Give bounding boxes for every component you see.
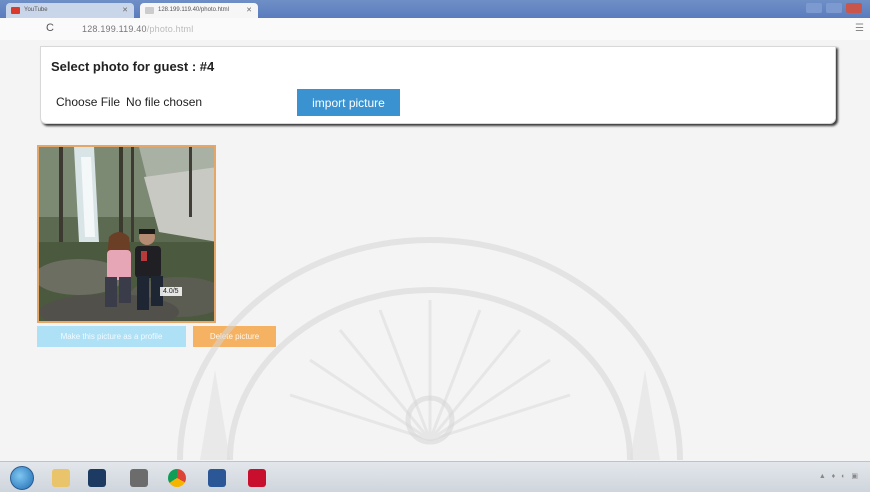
- system-tray[interactable]: ▲ ♦ ◐ ▣: [819, 472, 860, 480]
- windows-start-icon[interactable]: [10, 466, 34, 490]
- folder-icon[interactable]: [52, 469, 70, 487]
- browser-tab-youtube[interactable]: YouTube ✕: [6, 3, 134, 18]
- import-picture-button[interactable]: import picture: [297, 89, 400, 116]
- address-bar[interactable]: 128.199.119.40/photo.html: [82, 24, 193, 34]
- photo-size-badge: 4.0/5: [160, 287, 182, 296]
- url-host: 128.199.119.40: [82, 24, 147, 34]
- media-icon[interactable]: [130, 469, 148, 487]
- browser-toolbar: C 128.199.119.40/photo.html ☰: [0, 18, 870, 40]
- make-profile-button[interactable]: Make this picture as a profile: [37, 326, 186, 347]
- tab-label: 128.199.119.40/photo.html: [158, 7, 229, 13]
- close-window-icon[interactable]: [846, 3, 862, 13]
- close-tab-icon[interactable]: ✕: [246, 6, 252, 14]
- maximize-icon[interactable]: [826, 3, 842, 13]
- tab-label: YouTube: [24, 7, 48, 13]
- delete-picture-button[interactable]: Delete picture: [193, 326, 276, 347]
- minimize-icon[interactable]: [806, 3, 822, 13]
- no-file-chosen-text: No file chosen: [126, 95, 203, 109]
- youtube-favicon-icon: [11, 7, 20, 14]
- select-photo-card: Select photo for guest : #4 Choose File …: [40, 46, 836, 124]
- acrobat-icon[interactable]: [248, 469, 266, 487]
- browser-menu-icon[interactable]: ☰: [855, 23, 864, 34]
- url-path: /photo.html: [146, 24, 194, 34]
- choose-file-button[interactable]: Choose File: [56, 95, 120, 109]
- photoshop-icon[interactable]: [88, 469, 106, 487]
- photo-image: [39, 147, 214, 321]
- page-favicon-icon: [145, 7, 154, 14]
- browser-tab-strip: YouTube ✕ 128.199.119.40/photo.html ✕: [0, 0, 870, 18]
- browser-tab-photo[interactable]: 128.199.119.40/photo.html ✕: [140, 3, 258, 18]
- guest-photo-thumbnail[interactable]: [37, 145, 216, 323]
- window-controls: [802, 3, 862, 14]
- windows-taskbar: ▲ ♦ ◐ ▣: [0, 461, 870, 492]
- word-icon[interactable]: [208, 469, 226, 487]
- file-input[interactable]: Choose File No file chosen: [56, 95, 202, 109]
- close-tab-icon[interactable]: ✕: [122, 6, 128, 14]
- reload-icon[interactable]: C: [46, 22, 54, 34]
- chrome-icon[interactable]: [168, 469, 186, 487]
- page-title: Select photo for guest : #4: [51, 59, 215, 74]
